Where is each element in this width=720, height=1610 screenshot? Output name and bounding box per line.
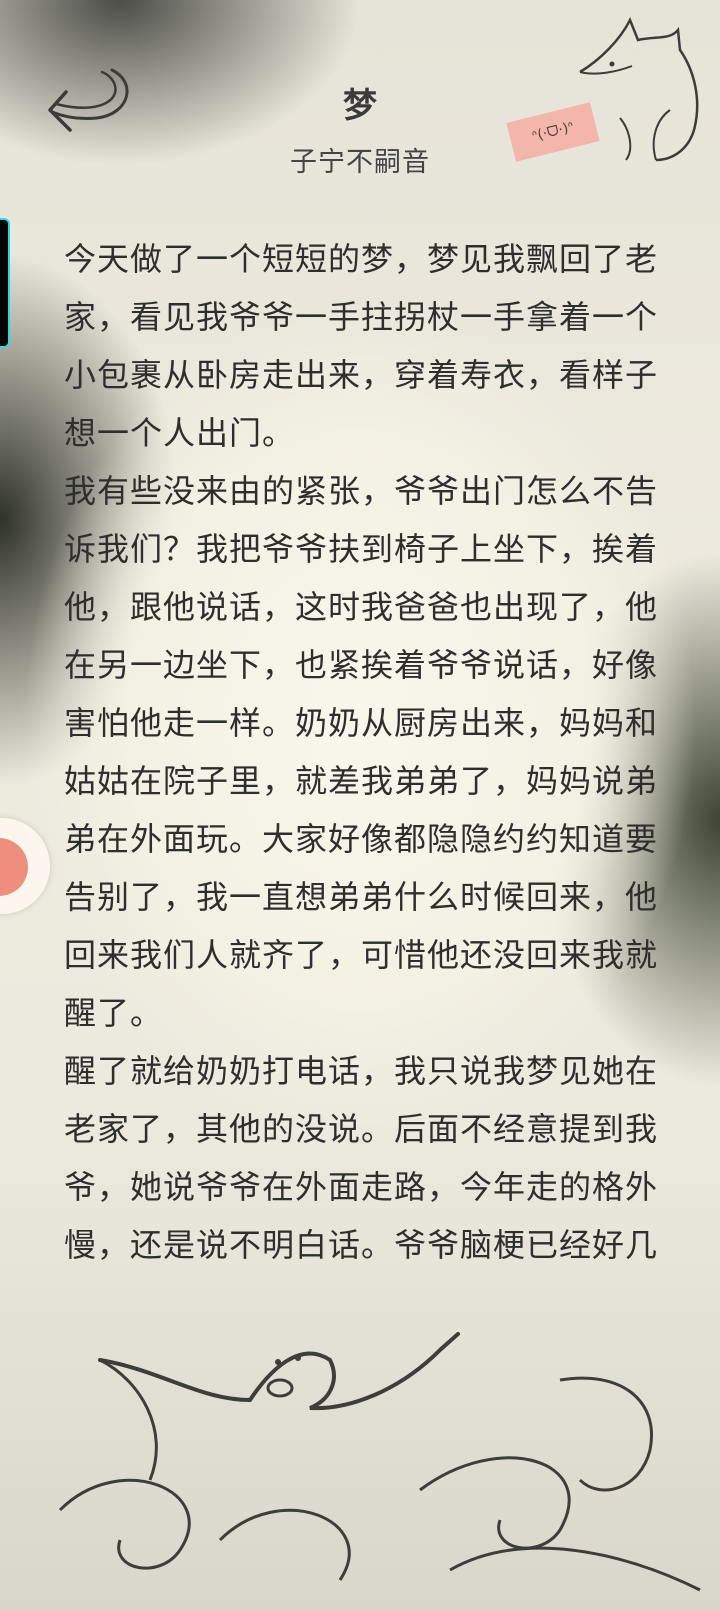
paragraph: 今天做了一个短短的梦，梦见我飘回了老家，看见我爷爷一手拄拐杖一手拿着一个小包裹从…: [64, 240, 659, 452]
reader-page: 梦 子宁不嗣音 ᐢ(·ᗜ·)ᐢ 今天做了一个短短的梦，梦见我飘回了老家，看见我爷…: [0, 0, 720, 1610]
paragraph: 我有些没来由的紧张，爷爷出门怎么不告诉我们？我把爷爷扶到椅子上坐下，挨着他，跟他…: [64, 472, 659, 1032]
paragraph: 醒了就给奶奶打电话，我只说我梦见她在老家了，其他的没说。后面不经意提到我爷，她说…: [64, 1052, 659, 1264]
seal-wave-illustration-icon: [58, 1332, 701, 1592]
article-body: 今天做了一个短短的梦，梦见我飘回了老家，看见我爷爷一手拄拐杖一手拿着一个小包裹从…: [64, 230, 664, 1278]
floating-assistant-icon[interactable]: [0, 818, 50, 914]
side-drawer-handle[interactable]: [0, 218, 10, 348]
